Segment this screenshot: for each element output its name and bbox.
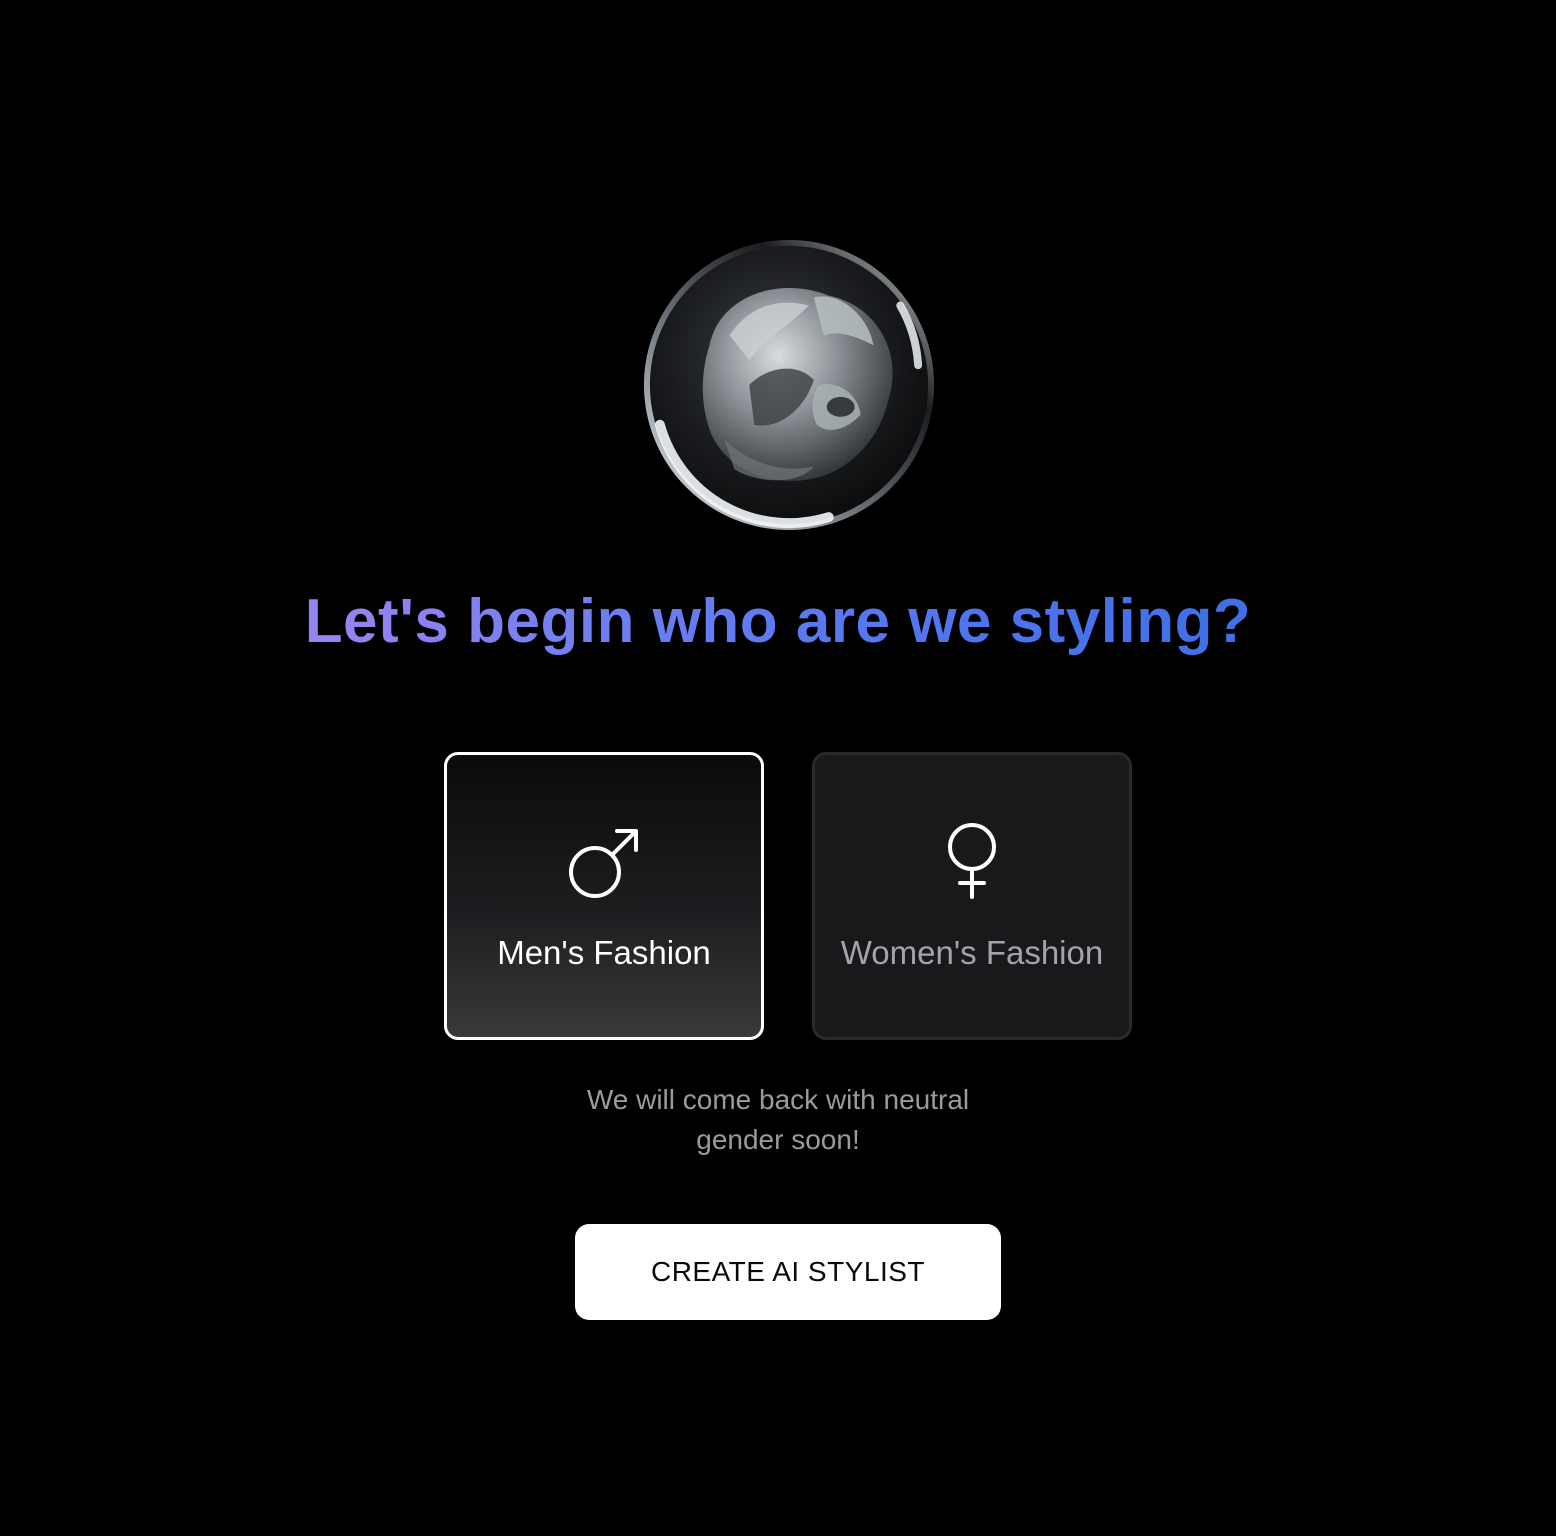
headline-text: Let's begin who are we styling? [304,587,1252,656]
female-symbol-icon [932,817,1012,907]
create-ai-stylist-button[interactable]: CREATE AI STYLIST [575,1224,1001,1320]
info-note: We will come back with neutral gender so… [0,1080,1556,1160]
hero-orb-image [640,236,938,534]
option-mens-fashion[interactable]: Men's Fashion [444,752,764,1040]
onboarding-page: Let's begin who are we styling? Men's Fa… [0,0,1556,1536]
male-symbol-icon [564,817,644,907]
info-note-text: We will come back with neutral gender so… [586,1084,970,1155]
option-womens-fashion[interactable]: Women's Fashion [812,752,1132,1040]
option-label: Men's Fashion [497,934,711,971]
page-title: Let's begin who are we styling? [0,582,1556,662]
option-label: Women's Fashion [840,934,1104,971]
